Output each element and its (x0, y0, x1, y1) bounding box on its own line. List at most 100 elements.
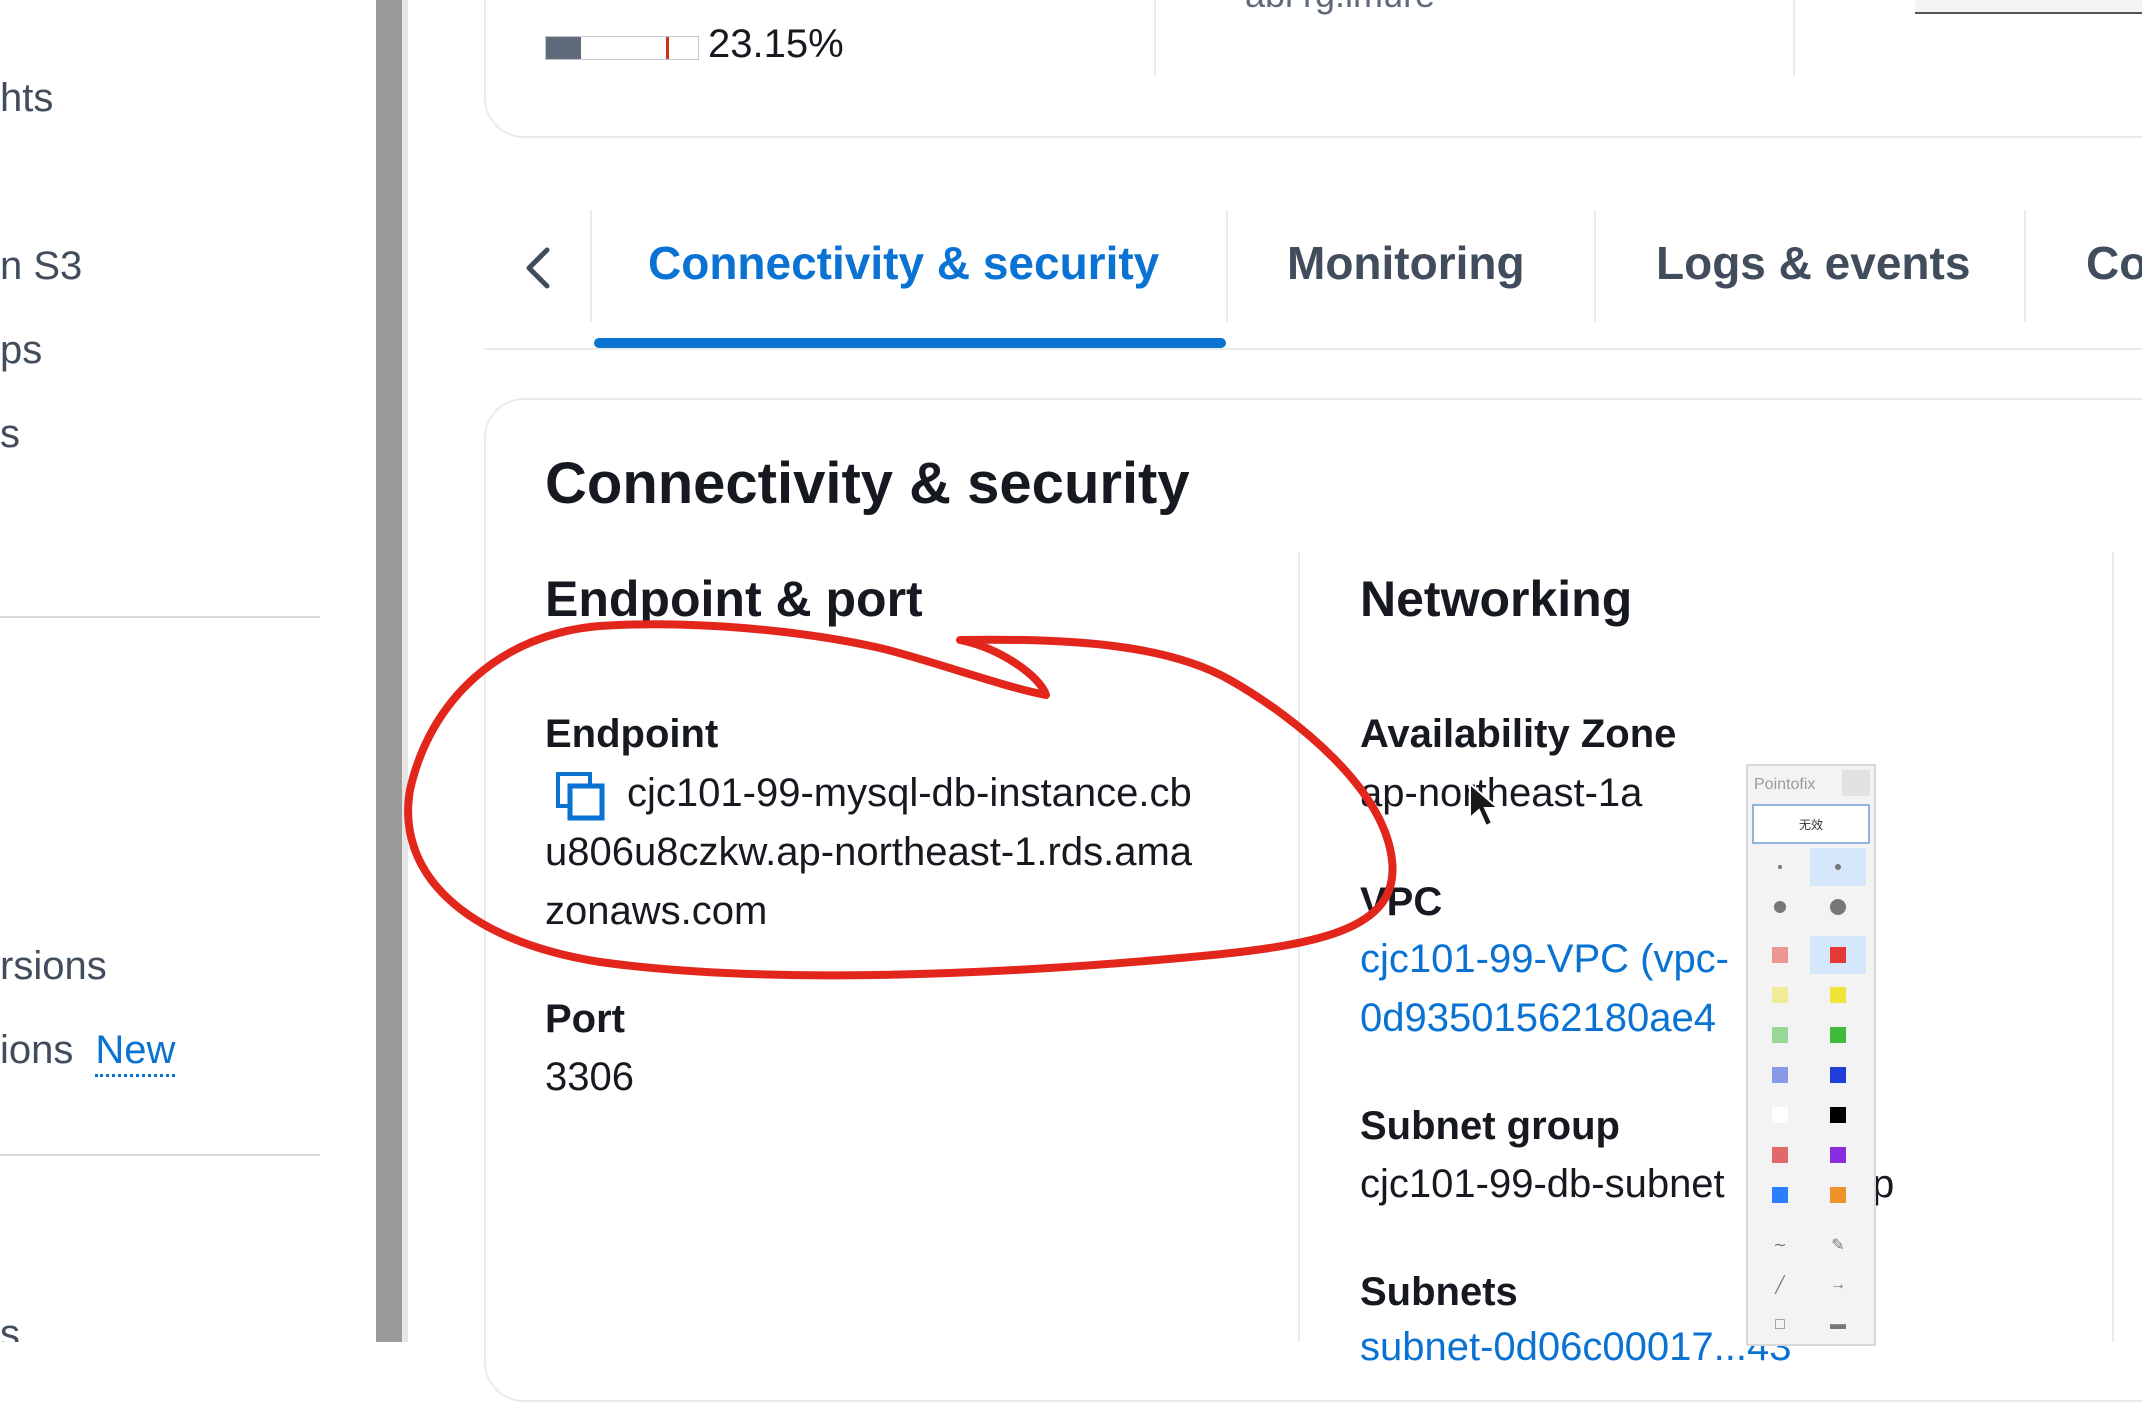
chevron-left-icon (526, 247, 550, 289)
line-icon: ╱ (1775, 1277, 1785, 1294)
pen-pink[interactable] (1752, 1136, 1808, 1174)
wave-icon: ∼ (1773, 1237, 1787, 1254)
pen-red[interactable] (1810, 936, 1866, 974)
filled-rectangle-icon: ▬ (1830, 1316, 1846, 1333)
swatch-icon (1830, 987, 1846, 1003)
sidebar-edge (402, 0, 408, 1342)
side-navigation: hts n S3 ps s rsions ions New s (0, 0, 376, 1342)
sidebar-item-recommendations[interactable]: ions New (0, 1028, 176, 1077)
mini-table-strip (1915, 0, 2142, 14)
swatch-icon (1772, 947, 1788, 963)
tab-separator (1226, 210, 1228, 322)
subnets-link[interactable]: subnet-0d06c00017...43 (1360, 1318, 1791, 1377)
sidebar-item-insights[interactable]: hts (0, 76, 53, 121)
sidebar-divider (0, 616, 320, 618)
pointofix-palette[interactable]: Pointofix 无效 ∼ ✎ ╱ → □ ▬ (1746, 764, 1876, 1346)
pen-tool[interactable]: ✎ (1810, 1226, 1866, 1264)
endpoint-value-line-1: cjc101-99-mysql-db-instance.cb (627, 771, 1192, 815)
copy-icon (556, 772, 605, 821)
subnet-group-value: cjc101-99-db-subnet (1360, 1162, 1725, 1206)
tab-separator (2024, 210, 2026, 322)
filled-rectangle-tool[interactable]: ▬ (1810, 1306, 1866, 1344)
summary-field-value: abl rg.imure (1245, 0, 1435, 16)
summary-divider (1154, 0, 1156, 76)
cpu-progress-fill (546, 37, 582, 59)
dot-icon (1774, 901, 1786, 913)
swatch-icon (1830, 1027, 1846, 1043)
sidebar-scrollbar[interactable] (376, 0, 402, 1342)
tab-separator (590, 210, 592, 322)
endpoint-value-line-2: u806u8czkw.ap-northeast-1.rds.ama (545, 830, 1193, 874)
swatch-icon (1830, 947, 1846, 963)
sidebar-item-groups[interactable]: ps (0, 328, 42, 373)
tab-configuration[interactable]: Co (2086, 236, 2142, 290)
swatch-icon (1830, 1067, 1846, 1083)
highlighter-white[interactable] (1752, 1096, 1808, 1134)
palette-close-button[interactable] (1842, 770, 1870, 796)
pen-light-blue[interactable] (1752, 1176, 1808, 1214)
swatch-icon (1772, 1147, 1788, 1163)
highlighter-yellow[interactable] (1752, 976, 1808, 1014)
dot-icon (1835, 864, 1841, 870)
pen-orange[interactable] (1810, 1176, 1866, 1214)
tab-monitoring[interactable]: Monitoring (1287, 236, 1525, 290)
new-badge: New (95, 1028, 176, 1077)
freehand-tool[interactable]: ∼ (1752, 1226, 1808, 1264)
arrow-tool[interactable]: → (1810, 1266, 1866, 1304)
endpoint-value-line-3: zonaws.com (545, 889, 768, 933)
line-tool[interactable]: ╱ (1752, 1266, 1808, 1304)
cpu-threshold-marker (666, 37, 669, 59)
highlighter-blue[interactable] (1752, 1056, 1808, 1094)
column-divider (2112, 552, 2114, 1342)
sidebar-item-partial[interactable]: s (0, 1312, 20, 1342)
summary-divider (1793, 0, 1795, 76)
highlighter-red[interactable] (1752, 936, 1808, 974)
panel-title: Connectivity & security (545, 451, 1190, 516)
port-label: Port (545, 997, 625, 1041)
pen-yellow[interactable] (1810, 976, 1866, 1014)
swatch-icon (1772, 1187, 1788, 1203)
sidebar-item-events[interactable]: s (0, 412, 20, 457)
swatch-icon (1772, 1067, 1788, 1083)
pen-blue[interactable] (1810, 1056, 1866, 1094)
sidebar-item-label: ps (0, 328, 43, 372)
availability-zone-label: Availability Zone (1360, 712, 1677, 756)
mouse-cursor-icon (1469, 782, 1501, 828)
vpc-link-line-2[interactable]: 0d93501562180ae4 (1360, 989, 1716, 1048)
sidebar-item-s3[interactable]: n S3 (0, 244, 82, 289)
tab-connectivity-security[interactable]: Connectivity & security (648, 236, 1159, 290)
swatch-icon (1772, 1107, 1788, 1123)
sidebar-item-label: s (0, 412, 20, 456)
sidebar-item-label: rsions (0, 944, 107, 988)
tab-scroll-left-button[interactable] (510, 240, 566, 296)
swatch-icon (1772, 1027, 1788, 1043)
pencil-icon: ✎ (1831, 1237, 1845, 1254)
pen-green[interactable] (1810, 1016, 1866, 1054)
sidebar-item-label: ions (0, 1028, 74, 1072)
pen-purple[interactable] (1810, 1136, 1866, 1174)
pen-size-small[interactable] (1752, 848, 1808, 886)
rectangle-icon: □ (1775, 1316, 1785, 1333)
subnets-label: Subnets (1360, 1270, 1518, 1314)
summary-card (484, 0, 2142, 138)
rectangle-tool[interactable]: □ (1752, 1306, 1808, 1344)
vpc-label: VPC (1360, 880, 1443, 924)
palette-mode-button[interactable]: 无效 (1752, 804, 1870, 844)
pen-black[interactable] (1810, 1096, 1866, 1134)
sidebar-item-label: n S3 (0, 244, 83, 288)
swatch-icon (1830, 1107, 1846, 1123)
tab-logs-events[interactable]: Logs & events (1656, 236, 1970, 290)
pen-size-large[interactable] (1752, 888, 1808, 926)
palette-title: Pointofix (1754, 776, 1816, 793)
sidebar-item-versions[interactable]: rsions (0, 944, 107, 989)
pen-size-medium[interactable] (1810, 848, 1866, 886)
arrow-icon: → (1830, 1276, 1846, 1293)
cpu-progress-bar (545, 36, 699, 60)
copy-endpoint-button[interactable] (554, 770, 606, 822)
endpoint-label: Endpoint (545, 712, 719, 756)
vpc-link-line-1[interactable]: cjc101-99-VPC (vpc- (1360, 930, 1729, 989)
pen-size-xlarge[interactable] (1810, 888, 1866, 926)
highlighter-green[interactable] (1752, 1016, 1808, 1054)
port-value: 3306 (545, 1055, 634, 1099)
tab-separator (1594, 210, 1596, 322)
